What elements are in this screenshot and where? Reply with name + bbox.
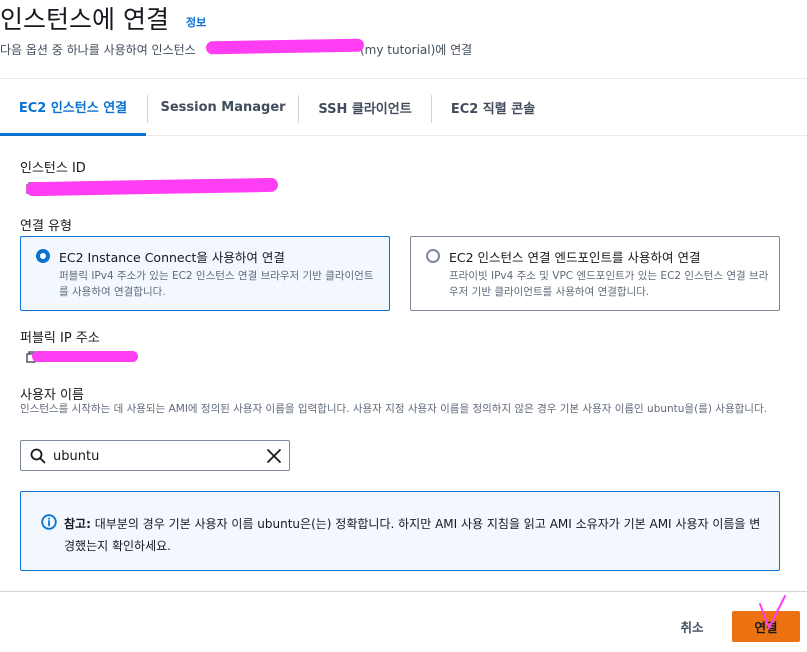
username-label: 사용자 이름 bbox=[20, 388, 84, 403]
radio-option-endpoint[interactable]: EC2 인스턴스 연결 엔드포인트를 사용하여 연결 프라이빗 IPv4 주소 … bbox=[410, 236, 780, 311]
alert-message: 참고: 대부분의 경우 기본 사용자 이름 ubuntu은(는) 정확합니다. … bbox=[64, 513, 764, 557]
redaction-mark bbox=[32, 351, 138, 362]
subtitle-prefix: 다음 옵션 중 하나를 사용하여 인스턴스 bbox=[0, 43, 196, 57]
radio-option-description: 퍼블릭 IPv4 주소가 있는 EC2 인스턴스 연결 브라우저 기반 클라이언… bbox=[59, 270, 374, 298]
username-input[interactable] bbox=[53, 446, 253, 466]
redaction-mark bbox=[25, 177, 279, 197]
tab-ec2-serial-console[interactable]: EC2 직렬 콘솔 bbox=[432, 79, 554, 136]
alert-body: 대부분의 경우 기본 사용자 이름 ubuntu은(는) 정확합니다. 하지만 … bbox=[64, 517, 761, 553]
username-field[interactable] bbox=[20, 440, 290, 471]
subtitle-suffix: (my tutorial)에 연결 bbox=[360, 43, 473, 57]
tab-ec2-instance-connect[interactable]: EC2 인스턴스 연결 bbox=[0, 79, 146, 136]
info-alert: 참고: 대부분의 경우 기본 사용자 이름 ubuntu은(는) 정확합니다. … bbox=[20, 491, 780, 571]
connection-type-label: 연결 유형 bbox=[20, 219, 72, 234]
radio-button-unselected[interactable] bbox=[426, 249, 440, 263]
tab-bar: EC2 인스턴스 연결 Session Manager SSH 클라이언트 EC… bbox=[0, 79, 807, 136]
instance-id-label: 인스턴스 ID bbox=[20, 161, 86, 176]
info-icon bbox=[41, 514, 57, 530]
connect-panel: EC2 인스턴스 연결 Session Manager SSH 클라이언트 EC… bbox=[0, 78, 807, 592]
public-ip-label: 퍼블릭 IP 주소 bbox=[20, 331, 100, 346]
radio-option-title: EC2 인스턴스 연결 엔드포인트를 사용하여 연결 bbox=[449, 250, 701, 265]
annotation-check-mark bbox=[759, 595, 786, 629]
username-description: 인스턴스를 시작하는 데 사용되는 AMI에 정의된 사용자 이름을 입력합니다… bbox=[20, 403, 767, 415]
page-header: 인스턴스에 연결 정보 다음 옵션 중 하나를 사용하여 인스턴스 (my tu… bbox=[0, 0, 807, 70]
page-title: 인스턴스에 연결 bbox=[0, 5, 169, 34]
radio-option-description: 프라이빗 IPv4 주소 및 VPC 엔드포인트가 있는 EC2 인스턴스 연결… bbox=[449, 270, 769, 298]
tab-session-manager[interactable]: Session Manager bbox=[148, 79, 298, 136]
redaction-mark bbox=[205, 38, 365, 55]
clear-icon[interactable] bbox=[266, 448, 282, 464]
tab-ssh-client[interactable]: SSH 클라이언트 bbox=[299, 79, 431, 136]
cancel-button[interactable]: 취소 bbox=[666, 611, 718, 641]
radio-option-ec2-instance-connect[interactable]: EC2 Instance Connect을 사용하여 연결 퍼블릭 IPv4 주… bbox=[20, 236, 390, 311]
page-subtitle: 다음 옵션 중 하나를 사용하여 인스턴스 (my tutorial)에 연결 bbox=[0, 41, 472, 58]
alert-bold-label: 참고: bbox=[64, 517, 91, 531]
radio-button-selected[interactable] bbox=[36, 249, 50, 263]
search-icon bbox=[30, 448, 46, 464]
info-link[interactable]: 정보 bbox=[186, 14, 206, 30]
radio-option-title: EC2 Instance Connect을 사용하여 연결 bbox=[59, 250, 285, 265]
